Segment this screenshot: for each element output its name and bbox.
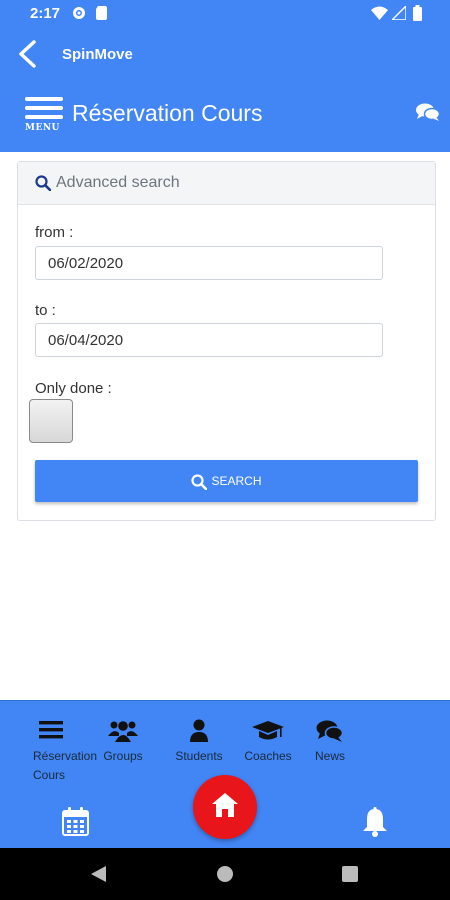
search-icon [191,474,208,491]
nav-label: Coaches [244,749,292,763]
page-header: MENU Réservation Cours [0,82,450,152]
only-done-label: Only done : [35,380,112,397]
nav-label: Cours [33,768,66,782]
advanced-search-card: Advanced search from : 06/02/2020 to : 0… [17,161,436,521]
page-title: Réservation Cours [72,100,263,126]
nav-item-coaches[interactable]: Coaches [240,719,296,763]
home-circle-icon[interactable] [217,866,233,887]
search-icon [35,175,52,196]
nav-label: Students [175,749,223,763]
nav-item-news[interactable]: News [310,719,350,763]
search-button-label: SEARCH [211,474,262,488]
back-icon[interactable] [90,865,107,888]
app-title: SpinMove [62,46,133,63]
to-label: to : [35,302,56,319]
menu-label: MENU [25,123,60,133]
bell-icon[interactable] [362,807,388,842]
signal-icon [390,4,407,25]
card-header[interactable]: Advanced search [18,162,435,205]
menu-button[interactable]: MENU [25,97,65,133]
nav-label: News [314,749,345,763]
from-label: from : [35,224,74,241]
from-date-field[interactable]: 06/02/2020 [35,246,383,280]
back-arrow-icon[interactable] [16,40,38,73]
nav-item-reservation-cours[interactable]: Réservation Cours [33,719,99,782]
home-button[interactable] [193,775,257,839]
to-date-field[interactable]: 06/04/2020 [35,323,383,357]
nav-label: Réservation [33,749,98,763]
nav-label: Groups [103,749,143,763]
calendar-icon[interactable] [62,807,89,841]
wifi-icon [371,6,388,25]
nav-item-groups[interactable]: Groups [101,719,145,763]
settings-icon [72,6,86,25]
recents-icon[interactable] [342,866,358,887]
battery-icon [413,5,422,26]
home-icon [212,793,238,817]
search-button[interactable]: SEARCH [35,460,418,502]
only-done-checkbox[interactable] [29,399,73,443]
nav-item-students[interactable]: Students [170,719,228,763]
card-heading: Advanced search [56,174,180,191]
sim-icon [96,6,107,25]
graduation-cap-icon [240,719,296,743]
app-bar: SpinMove [0,28,450,82]
system-nav-bar [0,848,450,900]
list-icon [39,719,99,743]
user-icon [170,719,228,743]
chat-icon[interactable] [416,102,441,127]
status-bar: 2:17 [0,0,450,28]
status-time: 2:17 [30,5,61,22]
users-icon [101,719,145,743]
comments-icon [310,719,350,743]
menu-icon [25,97,63,101]
